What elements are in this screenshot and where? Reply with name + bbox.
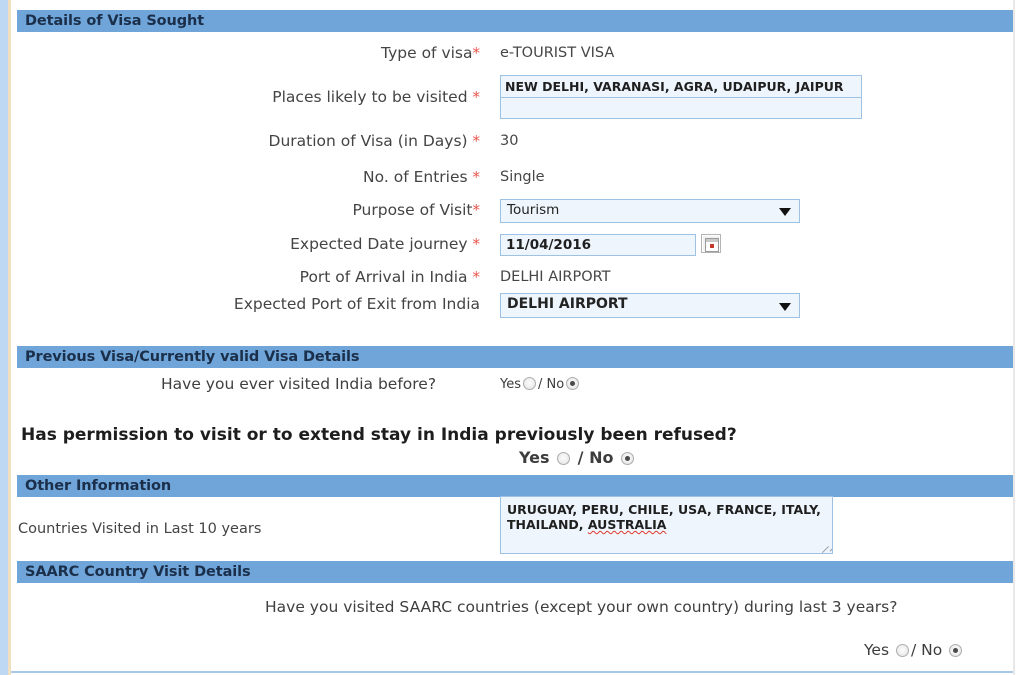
section-header-other-information: Other Information — [17, 475, 1013, 497]
radio-label-yes-saarc: Yes — [864, 641, 890, 659]
value-type-of-visa: e-TOURIST VISA — [500, 45, 615, 61]
radio-group-permission-refused[interactable]: Yes / No — [519, 450, 636, 466]
radio-label-yes-permission-refused: Yes — [519, 448, 550, 467]
visa-application-form-page: Details of Visa Sought Type of visa* e-T… — [0, 0, 1024, 675]
label-port-exit: Expected Port of Exit from India — [11, 295, 480, 313]
value-no-of-entries: Single — [500, 169, 545, 185]
radio-yes-visited-before[interactable] — [523, 377, 536, 390]
countries-visited-misspelled-word: AUSTRALIA — [587, 517, 667, 532]
page-left-gutter — [0, 0, 8, 675]
required-asterisk-no-of-entries: * — [472, 168, 481, 186]
section-header-visa-details: Details of Visa Sought — [17, 10, 1013, 32]
calendar-icon-header — [706, 239, 718, 242]
port-of-exit-select[interactable]: DELHI AIRPORT — [500, 293, 800, 318]
label-type-of-visa: Type of visa* — [11, 44, 480, 62]
form-content: Details of Visa Sought Type of visa* e-T… — [11, 0, 1013, 675]
label-type-of-visa-text: Type of visa — [381, 44, 473, 62]
page-right-gutter — [1015, 0, 1024, 675]
label-no-of-entries: No. of Entries * — [11, 168, 480, 186]
required-asterisk-port-arrival: * — [472, 268, 481, 286]
page-bottom-border — [11, 671, 1013, 673]
calendar-icon-dot — [710, 244, 714, 248]
purpose-of-visit-value: Tourism — [507, 202, 560, 218]
places-visited-row-divider — [500, 97, 862, 98]
required-asterisk-purpose: * — [472, 201, 481, 219]
expected-date-input[interactable]: 11/04/2016 — [500, 234, 696, 256]
chevron-down-icon — [779, 302, 791, 311]
label-duration-text: Duration of Visa (in Days) — [268, 132, 473, 150]
calendar-icon-button[interactable] — [701, 234, 721, 253]
section-header-previous-visa: Previous Visa/Currently valid Visa Detai… — [17, 346, 1013, 368]
question-visited-india-before: Have you ever visited India before? — [161, 375, 437, 393]
label-places-visited-text: Places likely to be visited — [272, 88, 473, 106]
required-asterisk-duration: * — [472, 132, 481, 150]
radio-yes-permission-refused[interactable] — [557, 452, 571, 465]
resize-handle-icon[interactable] — [820, 541, 832, 553]
radio-label-no-visited-before: No — [546, 377, 565, 392]
radio-group-visited-india-before[interactable]: Yes / No — [500, 377, 581, 393]
radio-separator: / — [577, 448, 584, 467]
radio-yes-saarc[interactable] — [895, 644, 909, 657]
countries-visited-line1: URUGUAY, PERU, CHILE, USA, FRANCE, ITALY… — [507, 502, 821, 517]
radio-group-saarc-visit[interactable]: Yes / No — [864, 642, 964, 658]
places-visited-value: NEW DELHI, VARANASI, AGRA, UDAIPUR, JAIP… — [505, 79, 844, 94]
radio-no-saarc[interactable] — [949, 644, 963, 657]
label-expected-date: Expected Date journey * — [11, 235, 480, 253]
label-places-visited: Places likely to be visited * — [11, 88, 480, 106]
radio-label-no-permission-refused: No — [589, 448, 614, 467]
label-countries-visited: Countries Visited in Last 10 years — [18, 521, 262, 537]
label-purpose-of-visit: Purpose of Visit* — [11, 201, 480, 219]
label-port-arrival: Port of Arrival in India * — [11, 268, 480, 286]
countries-visited-textarea[interactable]: URUGUAY, PERU, CHILE, USA, FRANCE, ITALY… — [500, 496, 833, 554]
label-port-arrival-text: Port of Arrival in India — [299, 268, 473, 286]
value-duration: 30 — [500, 133, 519, 149]
value-port-arrival: DELHI AIRPORT — [500, 269, 611, 285]
chevron-down-icon — [779, 208, 791, 216]
section-header-saarc: SAARC Country Visit Details — [17, 561, 1013, 583]
label-duration: Duration of Visa (in Days) * — [11, 132, 480, 150]
required-asterisk-type-of-visa: * — [472, 44, 481, 62]
radio-no-permission-refused[interactable] — [621, 452, 635, 465]
label-expected-date-text: Expected Date journey — [290, 235, 473, 253]
question-permission-refused: Has permission to visit or to extend sta… — [21, 425, 737, 445]
radio-label-no-saarc: No — [921, 641, 943, 659]
countries-visited-line2-prefix: THAILAND, — [507, 517, 588, 532]
radio-separator: / — [538, 377, 543, 392]
label-purpose-of-visit-text: Purpose of Visit — [352, 201, 473, 219]
label-port-exit-text: Expected Port of Exit from India — [233, 295, 480, 313]
radio-no-visited-before[interactable] — [566, 377, 580, 390]
label-no-of-entries-text: No. of Entries — [363, 168, 473, 186]
expected-date-value: 11/04/2016 — [506, 237, 592, 253]
required-asterisk-expected-date: * — [472, 235, 481, 253]
radio-separator: / — [910, 641, 917, 659]
purpose-of-visit-select[interactable]: Tourism — [500, 199, 800, 223]
port-of-exit-value: DELHI AIRPORT — [507, 296, 628, 312]
calendar-icon — [705, 238, 719, 252]
radio-label-yes-visited-before: Yes — [500, 377, 521, 392]
question-saarc-visit: Have you visited SAARC countries (except… — [265, 598, 898, 616]
required-asterisk-places-visited: * — [472, 88, 481, 106]
